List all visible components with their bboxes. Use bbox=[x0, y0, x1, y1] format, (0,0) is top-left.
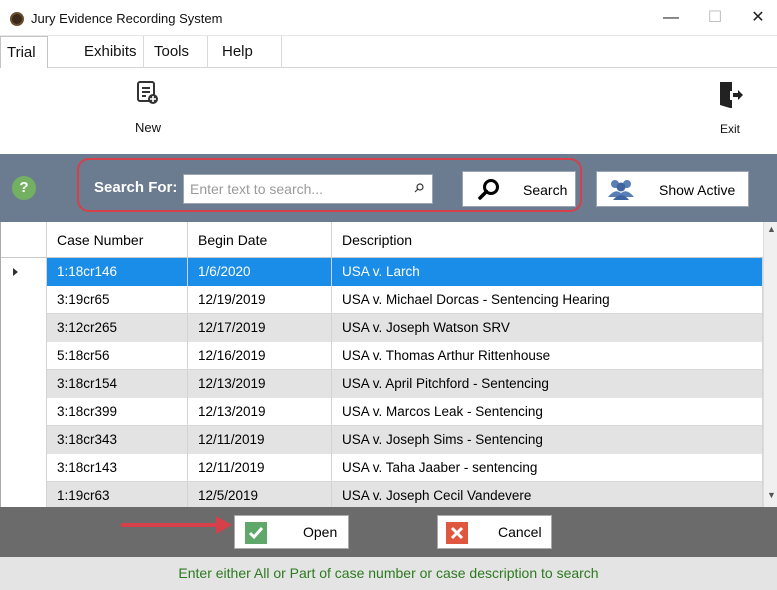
row-header[interactable] bbox=[1, 342, 47, 370]
cell-begin-date[interactable]: 12/13/2019 bbox=[188, 370, 332, 398]
cell-begin-date[interactable]: 12/16/2019 bbox=[188, 342, 332, 370]
cell-description[interactable]: USA v. Thomas Arthur Rittenhouse bbox=[332, 342, 763, 370]
table-row[interactable]: 3:18cr343 12/11/2019 USA v. Joseph Sims - … bbox=[1, 426, 763, 454]
tab-tools[interactable]: Tools bbox=[148, 36, 208, 68]
cell-case-number[interactable]: 3:19cr65 bbox=[47, 286, 188, 314]
grid-scrollbar[interactable]: ▲ ▼ bbox=[763, 222, 777, 507]
cell-case-number[interactable]: 3:18cr399 bbox=[47, 398, 188, 426]
cell-begin-date[interactable]: 12/19/2019 bbox=[188, 286, 332, 314]
help-icon[interactable]: ? bbox=[12, 176, 36, 200]
search-button[interactable]: Search bbox=[462, 171, 576, 207]
search-input[interactable] bbox=[183, 174, 433, 204]
cell-begin-date[interactable]: 12/11/2019 bbox=[188, 426, 332, 454]
exit-label: Exit bbox=[719, 122, 740, 136]
show-active-button[interactable]: Show Active bbox=[596, 171, 749, 207]
table-row[interactable]: 1:19cr63 12/5/2019 USA v. Joseph Cecil Van… bbox=[1, 482, 763, 507]
tab-trial[interactable]: Trial bbox=[0, 36, 48, 68]
row-header[interactable] bbox=[1, 370, 47, 398]
search-bar: ? Search For: Search Show Active bbox=[0, 154, 777, 222]
cell-description[interactable]: USA v. Taha Jaaber - sentencing bbox=[332, 454, 763, 482]
cell-description[interactable]: USA v. Michael Dorcas - Sentencing Heari… bbox=[332, 286, 763, 314]
table-row[interactable]: 5:18cr56 12/16/2019 USA v. Thomas Arthur R… bbox=[1, 342, 763, 370]
minimize-button[interactable]: — bbox=[651, 4, 691, 32]
annotation-arrow-head bbox=[216, 516, 232, 534]
current-row-icon bbox=[13, 268, 18, 276]
cell-description[interactable]: USA v. Larch bbox=[332, 258, 763, 286]
tab-help[interactable]: Help bbox=[212, 36, 282, 68]
exit-door-icon bbox=[720, 82, 743, 108]
app-icon bbox=[10, 12, 24, 26]
cell-description[interactable]: USA v. Joseph Cecil Vandevere bbox=[332, 482, 763, 507]
ribbon: New Exit bbox=[0, 68, 777, 154]
cell-description[interactable]: USA v. Joseph Sims - Sentencing bbox=[332, 426, 763, 454]
window-title: Jury Evidence Recording System bbox=[31, 11, 223, 26]
cell-description[interactable]: USA v. April Pitchford - Sentencing bbox=[332, 370, 763, 398]
tab-exhibits[interactable]: Exhibits bbox=[76, 36, 144, 68]
exit-button[interactable]: Exit bbox=[707, 80, 753, 136]
cell-begin-date[interactable]: 12/17/2019 bbox=[188, 314, 332, 342]
search-icon bbox=[478, 179, 499, 200]
cell-case-number[interactable]: 3:18cr143 bbox=[47, 454, 188, 482]
column-header-description[interactable]: Description bbox=[332, 222, 763, 258]
row-header[interactable] bbox=[1, 286, 47, 314]
menu-bar: Trial Exhibits Tools Help bbox=[0, 36, 777, 68]
maximize-button[interactable]: ☐ bbox=[695, 4, 735, 32]
input-search-icon bbox=[414, 182, 424, 196]
users-icon bbox=[608, 180, 634, 200]
action-bar: Open Cancel bbox=[0, 507, 777, 557]
table-row[interactable]: 3:18cr399 12/13/2019 USA v. Marcos Leak - … bbox=[1, 398, 763, 426]
cell-begin-date[interactable]: 12/13/2019 bbox=[188, 398, 332, 426]
cell-case-number[interactable]: 1:18cr146 bbox=[47, 258, 188, 286]
table-row[interactable]: 1:18cr146 1/6/2020 USA v. Larch bbox=[1, 258, 763, 286]
grid-corner bbox=[1, 222, 47, 258]
cell-case-number[interactable]: 5:18cr56 bbox=[47, 342, 188, 370]
new-label: New bbox=[134, 120, 161, 135]
row-header[interactable] bbox=[1, 482, 47, 507]
scroll-down-icon[interactable]: ▼ bbox=[767, 490, 776, 500]
cell-case-number[interactable]: 3:12cr265 bbox=[47, 314, 188, 342]
table-row[interactable]: 3:18cr154 12/13/2019 USA v. April Pitchfor… bbox=[1, 370, 763, 398]
cell-begin-date[interactable]: 1/6/2020 bbox=[188, 258, 332, 286]
row-header[interactable] bbox=[1, 314, 47, 342]
open-label: Open bbox=[303, 524, 338, 540]
cancel-button[interactable]: Cancel bbox=[437, 515, 552, 549]
table-row[interactable]: 3:12cr265 12/17/2019 USA v. Joseph Watson … bbox=[1, 314, 763, 342]
title-bar: Jury Evidence Recording System — ☐ ✕ bbox=[0, 0, 777, 36]
new-document-icon bbox=[137, 81, 158, 104]
cell-begin-date[interactable]: 12/11/2019 bbox=[188, 454, 332, 482]
case-grid: Case Number Begin Date Description 1:18c… bbox=[0, 222, 777, 507]
cell-description[interactable]: USA v. Marcos Leak - Sentencing bbox=[332, 398, 763, 426]
grid-header: Case Number Begin Date Description bbox=[1, 222, 763, 258]
table-row[interactable]: 3:19cr65 12/19/2019 USA v. Michael Dorcas … bbox=[1, 286, 763, 314]
checkmark-icon bbox=[245, 522, 267, 544]
new-button[interactable]: New bbox=[124, 80, 172, 135]
cell-description[interactable]: USA v. Joseph Watson SRV bbox=[332, 314, 763, 342]
annotation-arrow-shaft bbox=[121, 523, 221, 527]
status-message: Enter either All or Part of case number … bbox=[0, 557, 777, 590]
cancel-label: Cancel bbox=[498, 524, 542, 540]
row-header[interactable] bbox=[1, 398, 47, 426]
scroll-up-icon[interactable]: ▲ bbox=[767, 224, 776, 234]
show-active-label: Show Active bbox=[659, 182, 736, 198]
column-header-begin-date[interactable]: Begin Date bbox=[188, 222, 332, 258]
cell-case-number[interactable]: 3:18cr154 bbox=[47, 370, 188, 398]
column-header-case-number[interactable]: Case Number bbox=[47, 222, 188, 258]
cell-case-number[interactable]: 1:19cr63 bbox=[47, 482, 188, 507]
close-button[interactable]: ✕ bbox=[738, 4, 777, 32]
row-header[interactable] bbox=[1, 426, 47, 454]
cancel-x-icon bbox=[446, 522, 468, 544]
row-header[interactable] bbox=[1, 258, 47, 286]
search-button-label: Search bbox=[523, 182, 568, 198]
table-row[interactable]: 3:18cr143 12/11/2019 USA v. Taha Jaaber - … bbox=[1, 454, 763, 482]
cell-case-number[interactable]: 3:18cr343 bbox=[47, 426, 188, 454]
open-button[interactable]: Open bbox=[234, 515, 349, 549]
search-label: Search For: bbox=[94, 179, 178, 196]
cell-begin-date[interactable]: 12/5/2019 bbox=[188, 482, 332, 507]
row-header[interactable] bbox=[1, 454, 47, 482]
